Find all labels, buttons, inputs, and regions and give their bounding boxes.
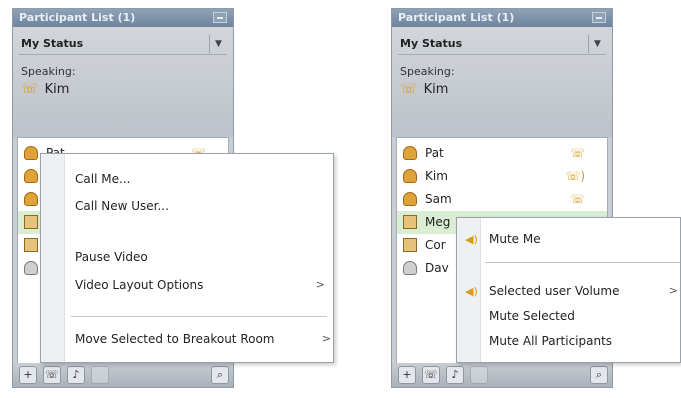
status-area: My Status ▼ Speaking: ☏ Kim — [392, 27, 612, 137]
menu-item-mute-me[interactable]: ◀) Mute Me — [457, 230, 680, 250]
minimize-icon[interactable] — [592, 12, 606, 23]
phone-speaking-icon: ☏ — [400, 81, 418, 97]
menu-item-video-layout-options[interactable]: Video Layout Options > — [41, 276, 333, 296]
participant-row[interactable]: Pat ☏ — [397, 142, 607, 165]
search-button[interactable]: ⌕ — [211, 366, 229, 384]
menu-item-label: Move Selected to Breakout Room — [75, 332, 275, 346]
participant-name: Sam — [425, 192, 452, 206]
menu-item-call-me[interactable]: Call Me... — [41, 170, 333, 190]
person-icon — [403, 146, 417, 160]
chevron-down-icon[interactable]: ▼ — [588, 35, 606, 53]
speaker-icon: ◀) — [465, 233, 478, 246]
menu-item-selected-user-volume[interactable]: ◀) Selected user Volume > — [457, 282, 680, 302]
phone-button[interactable]: ☏ — [43, 366, 61, 384]
menu-separator — [485, 262, 680, 263]
my-status-label: My Status — [21, 37, 84, 50]
chevron-down-icon[interactable]: ▼ — [209, 35, 227, 53]
participant-name: Pat — [425, 146, 444, 160]
menu-item-label: Mute All Participants — [489, 334, 613, 348]
speaker-volume-button[interactable]: ♪ — [67, 366, 85, 384]
menu-item-label: Call New User... — [75, 199, 169, 213]
video-camera-icon — [403, 215, 417, 229]
menu-separator — [71, 316, 327, 317]
person-icon — [24, 192, 38, 206]
menu-item-mute-all-participants[interactable]: Mute All Participants — [457, 332, 680, 352]
person-icon — [403, 192, 417, 206]
person-icon — [24, 146, 38, 160]
current-speaker: ☏ Kim — [21, 81, 69, 97]
participant-row[interactable]: Kim ☏) — [397, 165, 607, 188]
context-menu-right: ◀) Mute Me ◀) Selected user Volume > Mut… — [456, 217, 681, 363]
context-menu-left: Call Me... Call New User... Pause Video … — [40, 153, 334, 363]
add-user-button[interactable]: + — [398, 366, 416, 384]
menu-item-call-new-user[interactable]: Call New User... — [41, 197, 333, 217]
panel-title: Participant List (1) — [398, 11, 515, 24]
speaker-name: Kim — [44, 82, 70, 97]
person-icon — [403, 169, 417, 183]
phone-button[interactable]: ☏ — [422, 366, 440, 384]
volume-icon: ◀) — [465, 285, 478, 298]
phone-video-icon: ☏ — [569, 192, 585, 206]
my-status-dropdown[interactable]: My Status ▼ — [19, 33, 227, 55]
grey-person-icon — [24, 261, 38, 275]
phone-video-icon: ☏ — [569, 146, 585, 160]
menu-item-move-to-breakout-room[interactable]: Move Selected to Breakout Room > — [41, 330, 333, 350]
menu-item-label: Mute Me — [489, 232, 541, 246]
menu-item-label: Call Me... — [75, 172, 131, 186]
menu-item-label: Video Layout Options — [75, 278, 204, 292]
person-icon — [24, 169, 38, 183]
menu-item-pause-video[interactable]: Pause Video — [41, 248, 333, 268]
menu-item-label: Pause Video — [75, 250, 148, 264]
disabled-button[interactable] — [91, 366, 109, 384]
search-button[interactable]: ⌕ — [590, 366, 608, 384]
panel-title: Participant List (1) — [19, 11, 136, 24]
speaker-name: Kim — [423, 82, 449, 97]
add-user-button[interactable]: + — [19, 366, 37, 384]
submenu-arrow-icon: > — [315, 278, 325, 291]
participant-name: Dav — [425, 261, 449, 275]
menu-item-label: Mute Selected — [489, 309, 575, 323]
panel-title-bar[interactable]: Participant List (1) — [13, 9, 233, 27]
disabled-button[interactable] — [470, 366, 488, 384]
my-status-dropdown[interactable]: My Status ▼ — [398, 33, 606, 55]
panel-title-bar[interactable]: Participant List (1) — [392, 9, 612, 27]
speaker-volume-button[interactable]: ♪ — [446, 366, 464, 384]
status-area: My Status ▼ Speaking: ☏ Kim — [13, 27, 233, 137]
minimize-icon[interactable] — [213, 12, 227, 23]
submenu-arrow-icon: > — [321, 332, 331, 345]
current-speaker: ☏ Kim — [400, 81, 448, 97]
participant-row[interactable]: Sam ☏ — [397, 188, 607, 211]
menu-item-mute-selected[interactable]: Mute Selected — [457, 307, 680, 327]
grey-person-icon — [403, 261, 417, 275]
phone-speaking-icon: ☏ — [21, 81, 39, 97]
phone-speaking-icon: ☏) — [565, 169, 585, 183]
speaking-label: Speaking: — [400, 65, 455, 78]
speaking-label: Speaking: — [21, 65, 76, 78]
panel-toolbar: + ☏ ♪ ⌕ — [13, 363, 233, 387]
participant-name: Kim — [425, 169, 448, 183]
video-camera-icon — [24, 215, 38, 229]
menu-item-label: Selected user Volume — [489, 284, 620, 298]
panel-toolbar: + ☏ ♪ ⌕ — [392, 363, 612, 387]
my-status-label: My Status — [400, 37, 463, 50]
submenu-arrow-icon: > — [668, 284, 678, 297]
participant-name: Meg — [425, 215, 451, 229]
video-camera-icon — [403, 238, 417, 252]
video-camera-icon — [24, 238, 38, 252]
participant-name: Cor — [425, 238, 446, 252]
